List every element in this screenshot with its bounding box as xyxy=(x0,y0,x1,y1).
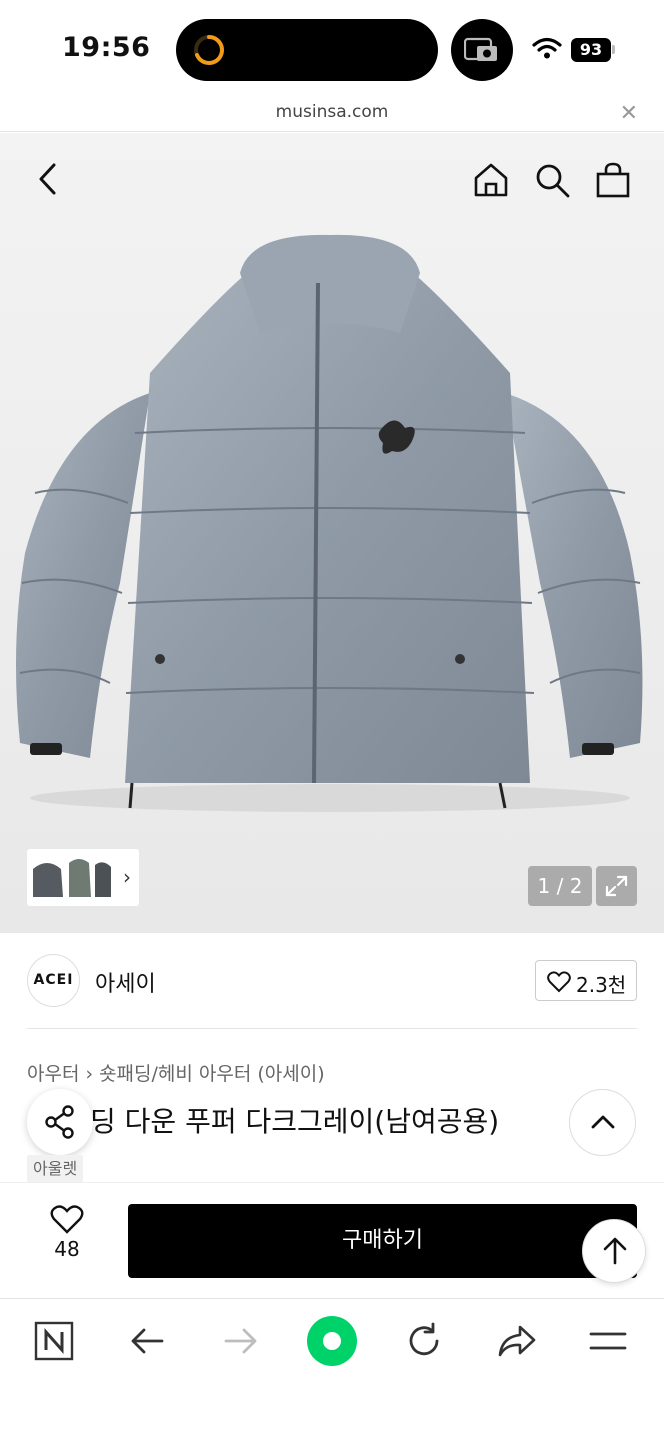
page-counter: 1 / 2 xyxy=(528,866,592,906)
expand-icon xyxy=(605,875,628,897)
status-bar: 19:56 93 xyxy=(0,0,664,96)
breadcrumb-subcategory[interactable]: 숏패딩/헤비 아우터 (아세이) xyxy=(99,1063,325,1085)
product-gallery[interactable]: › 1 / 2 xyxy=(0,133,664,933)
brand-row[interactable]: ACEI 아세이 2.3천 xyxy=(0,933,664,1029)
wishlist-button[interactable]: 48 xyxy=(34,1205,100,1261)
dynamic-island xyxy=(176,19,438,81)
screen-record-indicator xyxy=(451,19,513,81)
status-time: 19:56 xyxy=(62,32,151,63)
wishlist-count: 48 xyxy=(54,1237,80,1261)
brand-name[interactable]: 아세이 xyxy=(95,966,156,998)
brand-like-button[interactable]: 2.3천 xyxy=(535,960,637,1001)
browser-toolbar xyxy=(0,1298,664,1440)
back-arrow-icon[interactable] xyxy=(128,1321,168,1361)
shopping-bag-icon[interactable] xyxy=(594,161,632,199)
product-image[interactable] xyxy=(0,223,664,823)
share-button[interactable] xyxy=(27,1089,93,1155)
breadcrumb: 아우터 › 숏패딩/헤비 아우터 (아세이) xyxy=(27,1059,325,1086)
collapse-button[interactable] xyxy=(569,1089,636,1156)
home-button-icon[interactable] xyxy=(306,1315,358,1367)
brand-logo[interactable]: ACEI xyxy=(27,954,80,1007)
search-icon[interactable] xyxy=(533,161,571,199)
home-icon[interactable] xyxy=(472,161,510,199)
menu-icon[interactable] xyxy=(588,1321,628,1361)
close-icon[interactable]: ✕ xyxy=(620,101,638,126)
share-icon xyxy=(45,1105,74,1139)
expand-button[interactable] xyxy=(596,866,637,906)
chevron-right-icon[interactable]: › xyxy=(123,865,131,889)
chevron-up-icon xyxy=(591,1115,615,1129)
scroll-top-button[interactable] xyxy=(582,1219,646,1283)
heart-icon xyxy=(50,1205,84,1234)
refresh-icon[interactable] xyxy=(404,1321,444,1361)
wifi-icon xyxy=(532,37,562,59)
thumbnail-images[interactable] xyxy=(29,849,113,906)
share-arrow-icon[interactable] xyxy=(496,1321,538,1361)
purchase-bar: 48 구매하기 xyxy=(0,1182,664,1298)
product-title: 딩 다운 푸퍼 다크그레이(남여공용) xyxy=(90,1105,500,1138)
naver-icon[interactable] xyxy=(34,1321,74,1361)
back-icon[interactable] xyxy=(34,161,62,197)
breadcrumb-category[interactable]: 아우터 xyxy=(27,1063,79,1085)
activity-progress-icon xyxy=(194,35,224,65)
brand-like-count: 2.3천 xyxy=(576,973,627,997)
outlet-badge: 아울렛 xyxy=(27,1155,84,1182)
heart-icon xyxy=(547,971,571,993)
camera-icon xyxy=(464,37,497,61)
divider xyxy=(27,1028,637,1029)
arrow-up-icon xyxy=(603,1237,627,1265)
battery-tip xyxy=(612,45,615,54)
url-text[interactable]: musinsa.com xyxy=(0,102,664,122)
thumbnail-strip[interactable]: › xyxy=(27,849,139,906)
chevron-right-icon: › xyxy=(85,1063,94,1085)
buy-button[interactable]: 구매하기 xyxy=(128,1204,637,1278)
forward-arrow-icon[interactable] xyxy=(220,1321,260,1361)
battery-indicator: 93 xyxy=(571,38,611,62)
url-bar[interactable]: musinsa.com ✕ xyxy=(0,96,664,132)
